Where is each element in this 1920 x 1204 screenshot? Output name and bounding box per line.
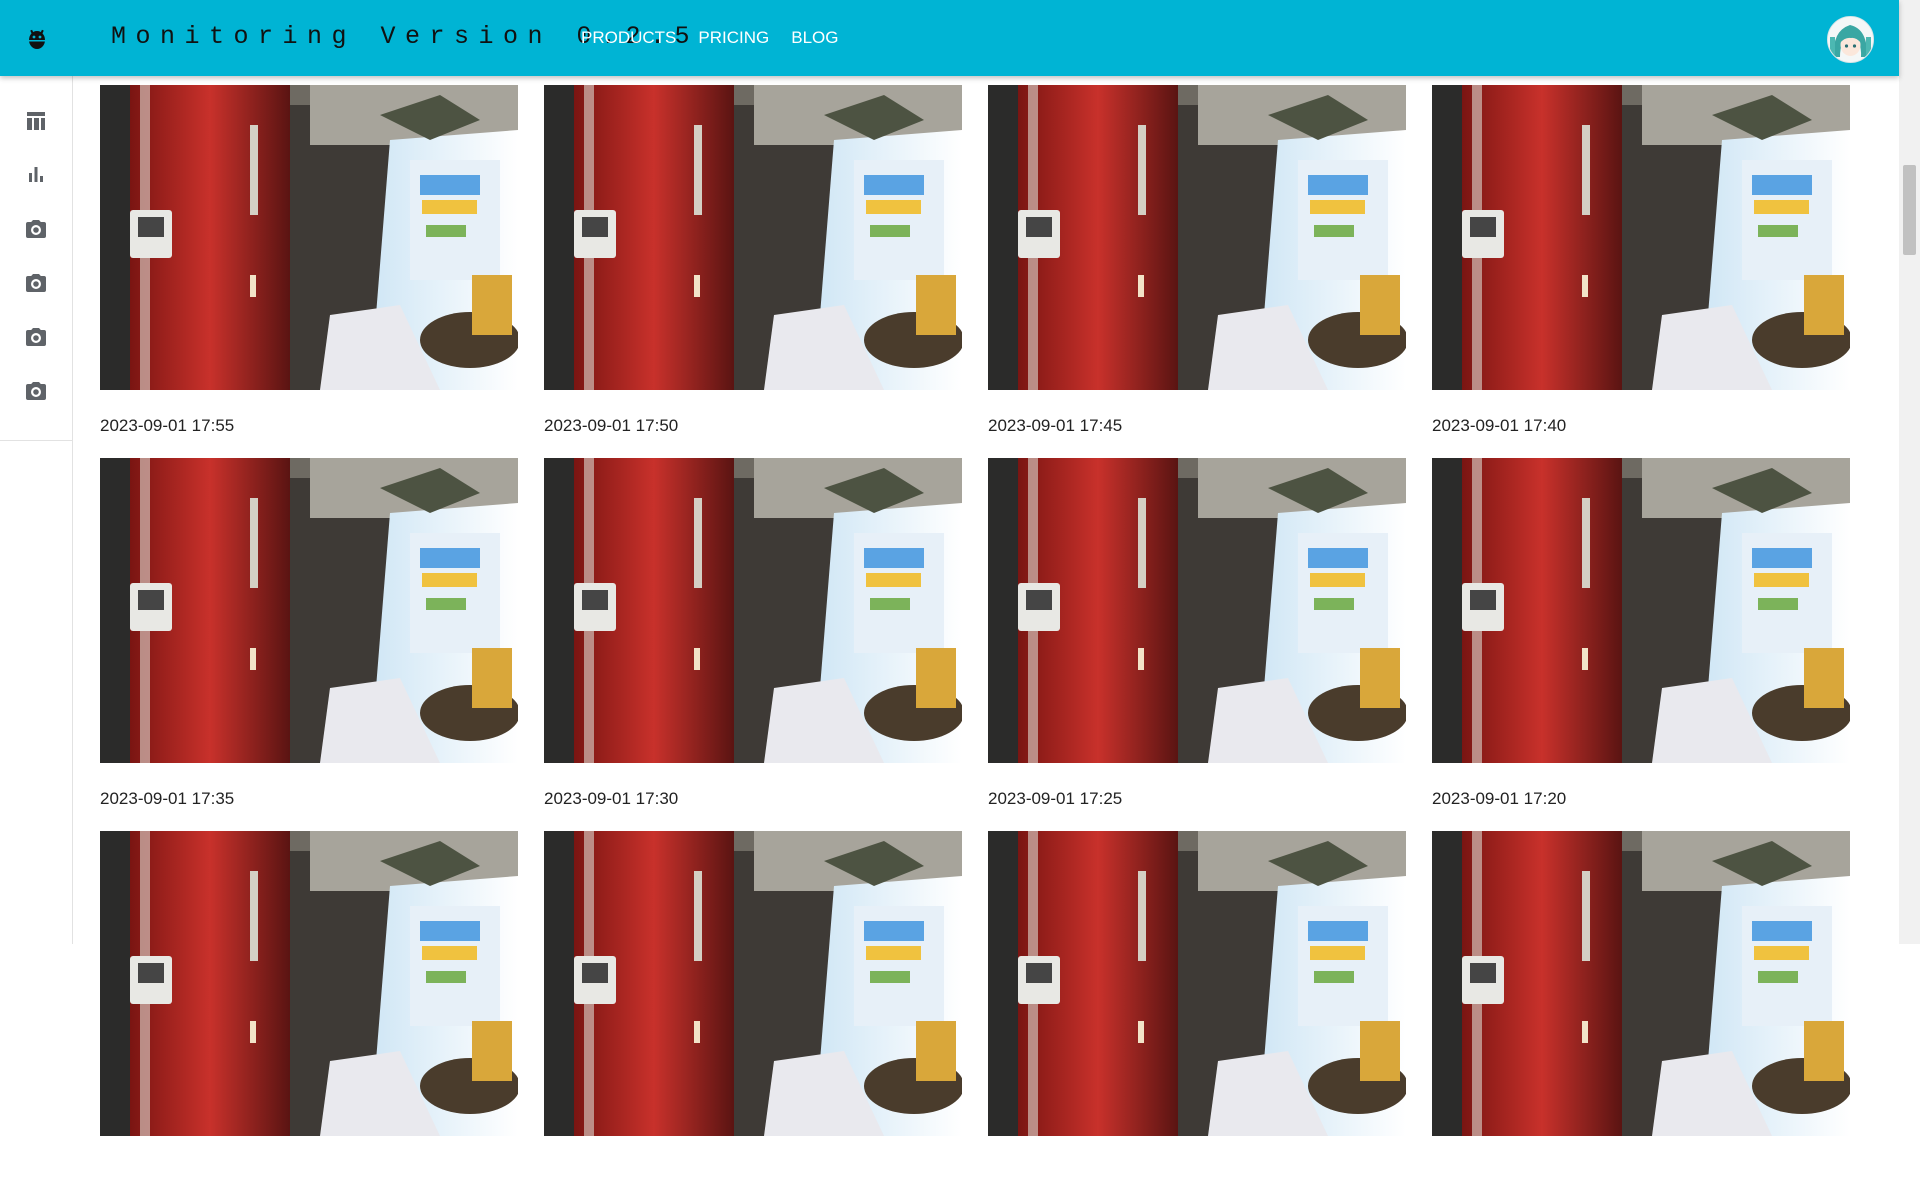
snapshot-card[interactable]: 2023-09-01 17:45 [988, 85, 1406, 458]
camera-icon [26, 274, 46, 292]
camera-icon [26, 220, 46, 238]
camera-snapshot[interactable] [988, 458, 1406, 763]
snapshot-card[interactable]: 2023-09-01 17:50 [544, 85, 962, 458]
camera-snapshot[interactable] [100, 458, 518, 763]
sidebar [0, 76, 73, 944]
camera-snapshot[interactable] [544, 831, 962, 1136]
snapshot-card[interactable]: 2023-09-01 17:40 [1432, 85, 1850, 458]
app-bar: Monitoring Version 0.2.5 PRODUCTS PRICIN… [0, 0, 1899, 76]
snapshot-gallery: 2023-09-01 17:55 2023-09-01 17:50 2023-0… [100, 85, 1850, 1204]
camera-snapshot[interactable] [988, 85, 1406, 390]
camera-icon [26, 382, 46, 400]
camera-snapshot[interactable] [988, 831, 1406, 1136]
camera-snapshot[interactable] [1432, 85, 1850, 390]
snapshot-card[interactable] [1432, 831, 1850, 1204]
snapshot-timestamp: 2023-09-01 17:55 [100, 416, 235, 435]
sidebar-item-chart[interactable] [0, 148, 72, 202]
snapshot-card[interactable] [988, 831, 1406, 1204]
snapshot-card[interactable] [100, 831, 518, 1204]
snapshot-card[interactable]: 2023-09-01 17:20 [1432, 458, 1850, 831]
snapshot-card[interactable]: 2023-09-01 17:55 [100, 85, 518, 458]
page-scrollbar[interactable] [1899, 0, 1920, 944]
android-icon[interactable] [26, 26, 48, 50]
nav-blog[interactable]: BLOG [791, 28, 838, 48]
bar-chart-icon [29, 167, 43, 182]
camera-snapshot[interactable] [1432, 458, 1850, 763]
snapshot-card[interactable]: 2023-09-01 17:35 [100, 458, 518, 831]
snapshot-card[interactable]: 2023-09-01 17:25 [988, 458, 1406, 831]
nav-products[interactable]: PRODUCTS [581, 28, 676, 48]
camera-snapshot[interactable] [544, 85, 962, 390]
main-nav: PRODUCTS PRICING BLOG [581, 28, 861, 48]
snapshot-timestamp: 2023-09-01 17:50 [544, 416, 679, 435]
camera-snapshot[interactable] [544, 458, 962, 763]
camera-snapshot[interactable] [1432, 831, 1850, 1136]
snapshot-timestamp: 2023-09-01 17:30 [544, 789, 679, 808]
sidebar-item-table[interactable] [0, 94, 72, 148]
scrollbar-thumb[interactable] [1903, 165, 1916, 255]
nav-pricing[interactable]: PRICING [698, 28, 769, 48]
sidebar-item-camera-4[interactable] [0, 364, 72, 418]
table-icon [27, 112, 45, 130]
sidebar-item-camera-1[interactable] [0, 202, 72, 256]
snapshot-timestamp: 2023-09-01 17:25 [988, 789, 1123, 808]
snapshot-timestamp: 2023-09-01 17:40 [1432, 416, 1567, 435]
camera-snapshot[interactable] [100, 831, 518, 1136]
avatar[interactable] [1827, 16, 1874, 63]
snapshot-card[interactable]: 2023-09-01 17:30 [544, 458, 962, 831]
sidebar-item-camera-2[interactable] [0, 256, 72, 310]
snapshot-timestamp: 2023-09-01 17:20 [1432, 789, 1567, 808]
camera-icon [26, 328, 46, 346]
snapshot-card[interactable] [544, 831, 962, 1204]
snapshot-timestamp: 2023-09-01 17:35 [100, 789, 235, 808]
camera-snapshot[interactable] [100, 85, 518, 390]
snapshot-timestamp: 2023-09-01 17:45 [988, 416, 1123, 435]
sidebar-item-camera-3[interactable] [0, 310, 72, 364]
